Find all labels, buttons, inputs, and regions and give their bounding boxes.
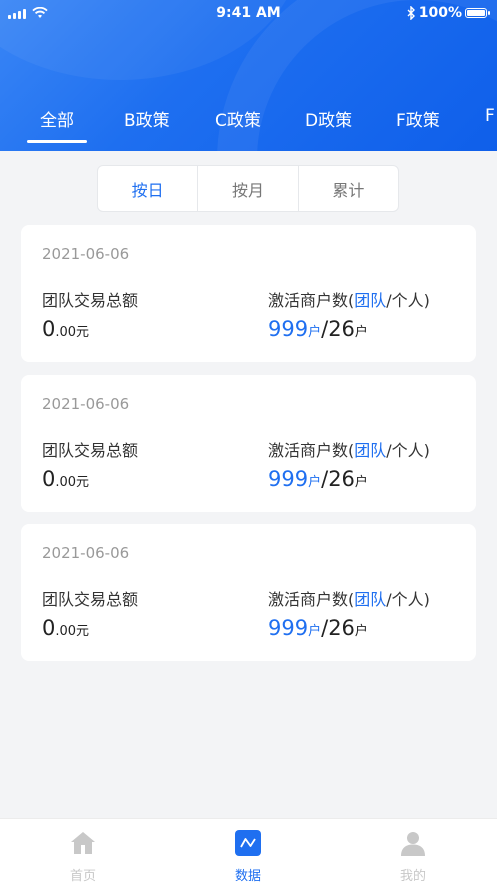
trade-total-value: 0.00元 xyxy=(42,616,90,640)
tab-next-policy[interactable]: F xyxy=(485,106,495,126)
tab-f-policy[interactable]: F政策 xyxy=(396,106,440,131)
header-banner: 9:41 AM 100% 全部 B政策 C政策 D政策 F政策 F xyxy=(0,0,497,151)
chart-icon xyxy=(235,830,261,856)
nav-home-label: 首页 xyxy=(69,869,96,884)
bottom-nav: 首页 数据 我的 xyxy=(0,818,497,884)
card-date: 2021-06-06 xyxy=(42,245,130,263)
tab-d-policy[interactable]: D政策 xyxy=(305,106,352,131)
policy-tabs: 全部 B政策 C政策 D政策 F政策 F xyxy=(0,106,497,146)
user-icon xyxy=(401,832,425,856)
nav-data-label: 数据 xyxy=(234,869,261,884)
period-segmented-control: 按日 按月 累计 xyxy=(97,165,399,212)
card-date: 2021-06-06 xyxy=(42,544,130,562)
trade-total-label: 团队交易总额 xyxy=(42,291,139,310)
trade-total-value: 0.00元 xyxy=(42,317,90,341)
nav-home[interactable]: 首页 xyxy=(33,819,133,884)
merchant-count-label: 激活商户数(团队/个人) xyxy=(268,291,430,310)
card-date: 2021-06-06 xyxy=(42,395,130,413)
trade-total-label: 团队交易总额 xyxy=(42,590,139,609)
tab-b-policy[interactable]: B政策 xyxy=(124,106,170,131)
nav-data[interactable]: 数据 xyxy=(198,819,298,884)
home-icon xyxy=(71,832,95,854)
status-bar: 9:41 AM 100% xyxy=(0,0,497,28)
bluetooth-icon xyxy=(407,6,415,20)
merchant-count-value: 999户/26户 xyxy=(268,616,368,640)
battery-icon xyxy=(465,8,490,18)
stats-card[interactable]: 2021-06-06 团队交易总额 激活商户数(团队/个人) 0.00元 999… xyxy=(21,375,476,512)
stats-card[interactable]: 2021-06-06 团队交易总额 激活商户数(团队/个人) 0.00元 999… xyxy=(21,524,476,661)
tab-all[interactable]: 全部 xyxy=(27,106,87,143)
nav-mine-label: 我的 xyxy=(399,869,426,884)
tab-c-policy[interactable]: C政策 xyxy=(215,106,261,131)
merchant-count-label: 激活商户数(团队/个人) xyxy=(268,590,430,609)
merchant-count-value: 999户/26户 xyxy=(268,317,368,341)
merchant-count-value: 999户/26户 xyxy=(268,467,368,491)
trade-total-value: 0.00元 xyxy=(42,467,90,491)
segment-day[interactable]: 按日 xyxy=(98,166,197,211)
stats-card[interactable]: 2021-06-06 团队交易总额 激活商户数(团队/个人) 0.00元 999… xyxy=(21,225,476,362)
nav-mine[interactable]: 我的 xyxy=(363,819,463,884)
trade-total-label: 团队交易总额 xyxy=(42,441,139,460)
merchant-count-label: 激活商户数(团队/个人) xyxy=(268,441,430,460)
segment-total[interactable]: 累计 xyxy=(297,166,398,211)
battery-percent: 100% xyxy=(418,5,462,21)
segment-month[interactable]: 按月 xyxy=(197,166,297,211)
